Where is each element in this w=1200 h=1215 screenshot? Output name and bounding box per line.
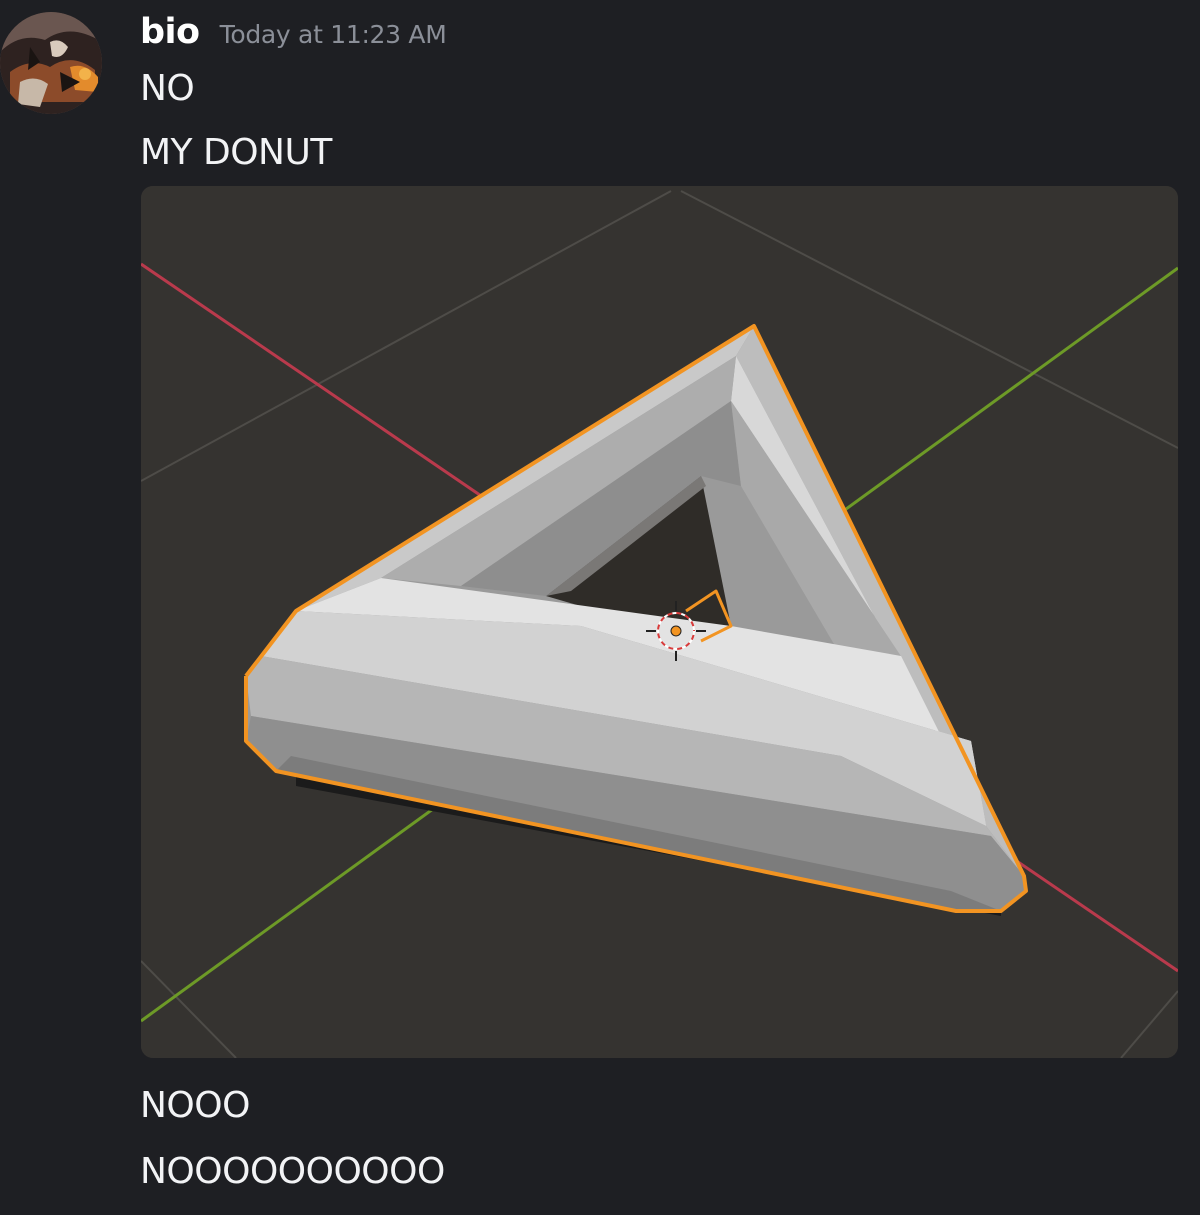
chat-message-group: bio Today at 11:23 AM NO MY DONUT NOOO N… — [0, 0, 1200, 1215]
image-attachment[interactable] — [141, 186, 1178, 1058]
avatar-icon — [0, 12, 102, 114]
blender-viewport-icon — [141, 186, 1178, 1058]
message-line: NOOOOOOOOOO — [140, 1151, 445, 1192]
message-line: MY DONUT — [140, 132, 332, 173]
message-header: bio Today at 11:23 AM — [140, 12, 447, 62]
message-timestamp: Today at 11:23 AM — [219, 20, 447, 49]
message-line: NOOO — [140, 1085, 250, 1126]
username[interactable]: bio — [140, 12, 200, 52]
message-line: NO — [140, 68, 195, 109]
user-avatar[interactable] — [0, 12, 102, 114]
